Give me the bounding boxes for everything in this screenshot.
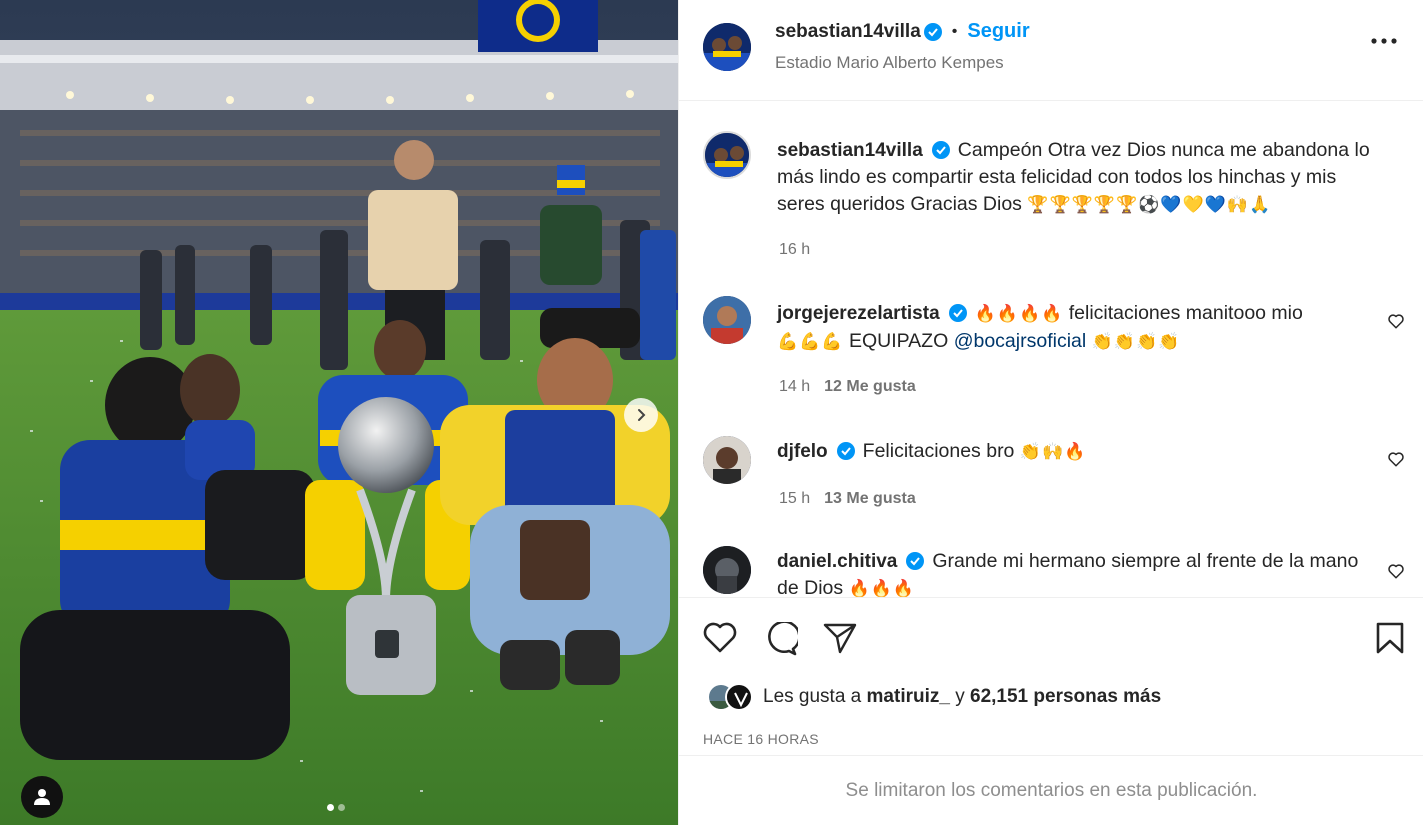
mention-link[interactable]: @bocajrsoficial <box>954 330 1087 352</box>
author-avatar[interactable] <box>703 23 751 71</box>
comment-emojis: 🔥🔥🔥 <box>848 579 916 597</box>
comment-text: Felicitaciones bro <box>862 440 1015 462</box>
post-header: sebastian14villa • Seguir Estadio Mario … <box>679 0 1423 101</box>
comment-bubble-icon[interactable] <box>764 622 798 656</box>
follow-button[interactable]: Seguir <box>967 20 1029 43</box>
verified-badge-icon <box>836 442 855 460</box>
user-icon <box>34 789 50 805</box>
like-comment-heart-icon[interactable] <box>1387 312 1405 330</box>
caption-avatar[interactable] <box>703 131 751 179</box>
separator-dot: • <box>951 22 958 40</box>
save-bookmark-icon[interactable] <box>1376 622 1404 654</box>
liker-avatar-image <box>727 685 751 709</box>
carousel-dot <box>338 804 345 811</box>
post-details-panel: sebastian14villa • Seguir Estadio Mario … <box>678 0 1423 825</box>
avatar-image <box>705 133 749 177</box>
verified-badge-icon <box>923 22 942 41</box>
verified-badge-icon <box>931 141 950 159</box>
liker-username[interactable]: matiruiz_ <box>867 686 950 708</box>
author-username[interactable]: sebastian14villa <box>775 21 921 43</box>
comment-likes[interactable]: 12 Me gusta <box>824 378 916 395</box>
comment-likes[interactable]: 13 Me gusta <box>824 490 916 507</box>
avatar-image <box>703 23 751 71</box>
avatar-image <box>703 436 751 484</box>
comments-list[interactable]: sebastian14villa Campeón Otra vez Dios nu… <box>679 101 1423 597</box>
likes-summary: Les gusta a matiruiz_ y 62,151 personas … <box>707 683 1161 711</box>
post-timestamp[interactable]: HACE 16 HORAS <box>703 731 819 747</box>
avatar-image <box>703 296 751 344</box>
comment-text: felicitaciones manitooo mio <box>1068 302 1303 324</box>
like-comment-heart-icon[interactable] <box>1387 450 1405 468</box>
comment-time[interactable]: 15 h <box>779 490 810 507</box>
carousel-dot-active <box>327 804 334 811</box>
comment-username[interactable]: jorgejerezelartista <box>777 303 940 324</box>
comment-username[interactable]: djfelo <box>777 441 828 462</box>
caption-emojis: 🏆🏆🏆🏆🏆⚽💙💛💙🙌🙏 <box>1027 195 1272 215</box>
stadium-photo <box>0 0 678 825</box>
tagged-users-button[interactable] <box>21 776 63 818</box>
liker-avatar <box>725 683 753 711</box>
comment-emojis-line2: 💪💪💪 <box>777 332 844 352</box>
comment-avatar[interactable] <box>703 296 751 344</box>
comment-emojis: 🔥🔥🔥🔥 <box>974 304 1064 324</box>
like-comment-heart-icon[interactable] <box>1387 562 1405 580</box>
comment-username[interactable]: daniel.chitiva <box>777 551 897 572</box>
like-heart-icon[interactable] <box>703 622 737 654</box>
location-link[interactable]: Estadio Mario Alberto Kempes <box>775 53 1004 73</box>
comment-avatar[interactable] <box>703 546 751 594</box>
caption-username[interactable]: sebastian14villa <box>777 140 923 161</box>
caption-time[interactable]: 16 h <box>779 241 810 259</box>
carousel-next-button[interactable] <box>624 398 658 432</box>
comment-avatar[interactable] <box>703 436 751 484</box>
comments-limited-notice: Se limitaron los comentarios en esta pub… <box>679 755 1423 825</box>
likes-count[interactable]: 62,151 personas más <box>970 686 1161 708</box>
comment-emojis-after: 👏👏👏👏 <box>1091 332 1181 352</box>
post-actions: Les gusta a matiruiz_ y 62,151 personas … <box>679 597 1423 755</box>
likes-prefix: Les gusta a <box>763 686 862 707</box>
post-photo <box>0 0 678 825</box>
more-options-icon[interactable] <box>1371 38 1397 44</box>
avatar-image <box>703 546 751 594</box>
comment-emojis: 👏🙌🔥 <box>1019 442 1087 462</box>
share-paper-plane-icon[interactable] <box>823 622 857 654</box>
comment-time[interactable]: 14 h <box>779 378 810 395</box>
likes-connector: y <box>955 686 965 707</box>
comment-text-2: EQUIPAZO <box>848 330 949 352</box>
chevron-right-icon <box>638 409 646 421</box>
verified-badge-icon <box>906 552 925 570</box>
carousel-dots <box>327 804 345 811</box>
verified-badge-icon <box>948 304 967 322</box>
